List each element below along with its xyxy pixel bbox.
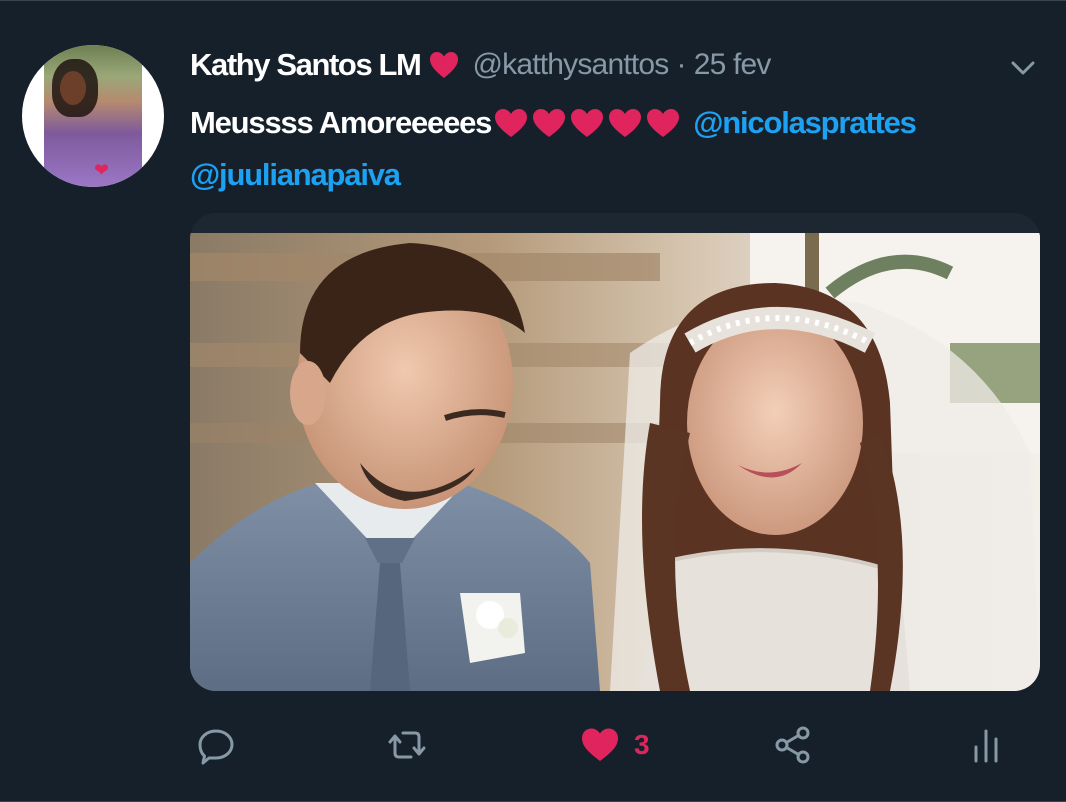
like-count: 3: [634, 729, 650, 760]
avatar-face: [60, 71, 86, 105]
heart-emoji-icon: [495, 109, 528, 137]
mention-link[interactable]: @juulianapaiva: [190, 149, 401, 201]
share-icon: [775, 726, 810, 764]
tweet-text-main: Meussss Amoreeeees: [190, 105, 492, 140]
tweet-actions: 3: [0, 719, 1066, 771]
heart-icon: [582, 728, 618, 761]
heart-emoji-icon: [609, 109, 642, 137]
avatar-heart-icon: ❤: [94, 160, 110, 180]
analytics-button[interactable]: [966, 719, 1006, 771]
tweet[interactable]: ❤ Kathy Santos LM @katthysanttos · 25 fe…: [0, 0, 1066, 802]
wedding-photo-image: [190, 233, 1040, 691]
like-button[interactable]: 3: [580, 719, 650, 771]
reply-button[interactable]: [196, 719, 236, 771]
heart-emoji-icon: [533, 109, 566, 137]
share-button[interactable]: [773, 719, 813, 771]
avatar[interactable]: ❤: [22, 45, 164, 187]
chevron-down-icon[interactable]: [1008, 53, 1038, 83]
heart-emoji-icon: [647, 109, 680, 137]
author-handle[interactable]: @katthysanttos: [472, 48, 669, 82]
retweet-icon: [388, 731, 426, 759]
tweet-text-line-2: @juulianapaiva: [190, 149, 950, 201]
tweet-header: Kathy Santos LM @katthysanttos · 25 fev: [190, 45, 771, 85]
header-separator: ·: [676, 48, 687, 81]
analytics-icon: [974, 729, 998, 763]
reply-icon: [198, 729, 234, 765]
tweet-text-line-1: Meussss Amoreeeees @nicolasprattes: [190, 97, 950, 149]
tweet-text: Meussss Amoreeeees @nicolasprattes @juul…: [190, 97, 950, 201]
heart-emojis: [493, 107, 683, 139]
retweet-button[interactable]: [387, 719, 427, 771]
wedding-photo[interactable]: [190, 233, 1040, 691]
author-name[interactable]: Kathy Santos LM: [190, 47, 422, 83]
mention-link[interactable]: @nicolasprattes: [693, 97, 917, 149]
tweet-date[interactable]: 25 fev: [694, 48, 772, 82]
tweet-media[interactable]: [190, 213, 1040, 691]
heart-emoji-icon: [430, 52, 459, 78]
heart-emoji-icon: [571, 109, 604, 137]
